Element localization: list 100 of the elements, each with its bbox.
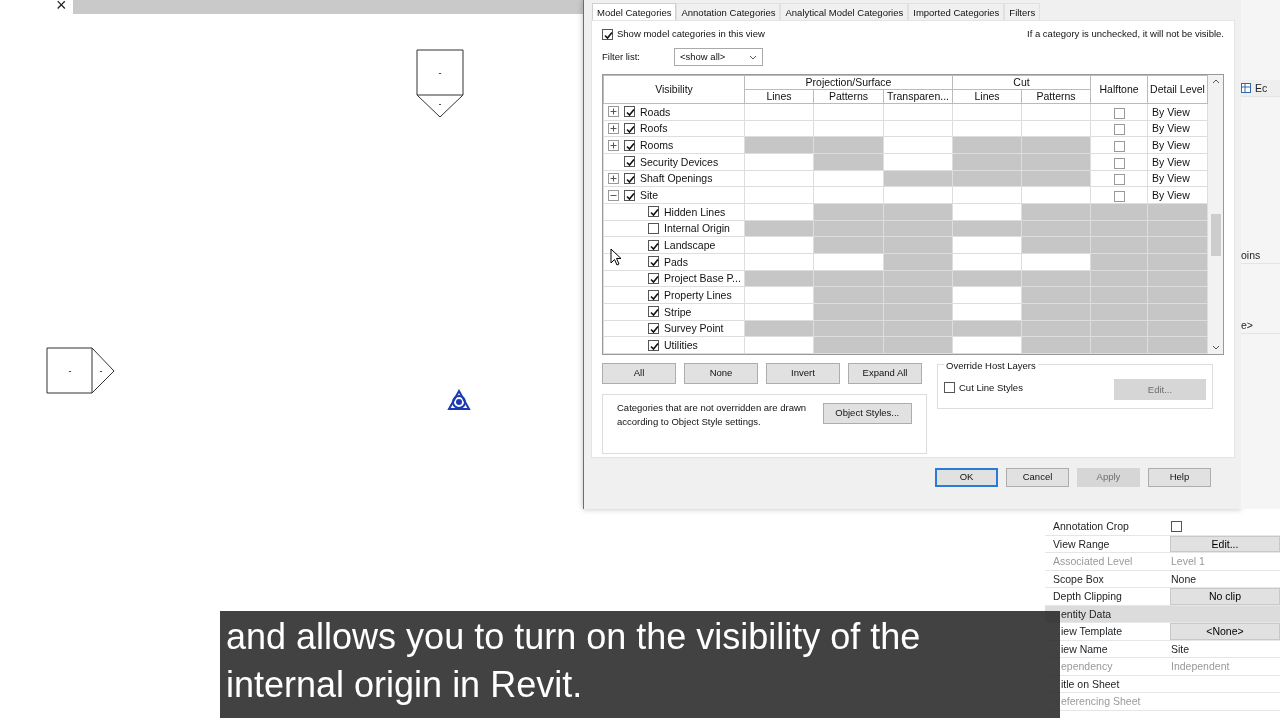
checkbox[interactable]: [648, 239, 659, 251]
checkbox[interactable]: [648, 206, 659, 218]
checkbox[interactable]: [624, 189, 635, 201]
column-header: Cut: [952, 75, 1091, 90]
checkbox[interactable]: [648, 256, 659, 268]
button[interactable]: Expand All: [848, 363, 922, 384]
scroll-up-icon[interactable]: [1211, 79, 1220, 84]
button[interactable]: Invert: [766, 363, 840, 384]
property-value: None: [1170, 571, 1198, 587]
collapse-icon[interactable]: [608, 189, 619, 201]
cursor-icon: [610, 248, 622, 267]
checkbox[interactable]: [648, 289, 659, 301]
button[interactable]: All: [602, 363, 676, 384]
close-button[interactable]: ×: [56, 0, 67, 15]
checkbox[interactable]: [648, 322, 659, 334]
property-value: Independent: [1170, 659, 1231, 674]
expand-icon[interactable]: [608, 106, 619, 118]
halftone-checkbox[interactable]: [1113, 190, 1125, 202]
property-label: ependency: [1060, 659, 1114, 674]
marker-label: -: [68, 366, 72, 376]
marker-label: -: [99, 366, 103, 376]
scroll-thumb[interactable]: [1210, 214, 1221, 256]
property-label: Depth Clipping: [1052, 589, 1123, 604]
marker-label: -: [438, 99, 442, 109]
property-value: Site: [1170, 641, 1191, 657]
table-cell: By View: [1147, 170, 1208, 187]
checkbox[interactable]: [648, 339, 659, 351]
button[interactable]: Help: [1148, 468, 1211, 487]
caption-line: internal origin in Revit.: [226, 663, 584, 707]
marker-label: -: [438, 68, 442, 78]
chevron-down-icon: [749, 54, 757, 60]
table-cell: By View: [1147, 120, 1208, 137]
column-header: Projection/Surface: [744, 75, 953, 90]
category-name[interactable]: Utilities: [664, 338, 698, 353]
property-label: itle on Sheet: [1060, 676, 1121, 692]
halftone-checkbox[interactable]: [1113, 124, 1125, 136]
column-header: Transparen...: [883, 89, 953, 104]
tab[interactable]: Imported Categories: [908, 3, 1005, 20]
column-header: Halftone: [1090, 75, 1148, 104]
checkbox[interactable]: [624, 156, 635, 168]
checkbox[interactable]: [602, 28, 613, 40]
button[interactable]: <None>: [1170, 623, 1280, 640]
button[interactable]: None: [684, 363, 758, 384]
tab[interactable]: Analytical Model Categories: [780, 3, 909, 20]
checkbox[interactable]: [648, 306, 659, 318]
category-name[interactable]: Stripe: [664, 304, 692, 319]
button[interactable]: Object Styles...: [822, 403, 912, 424]
checkbox-label: Cut Line Styles: [959, 380, 1023, 395]
edit-type-button[interactable]: Ec: [1241, 80, 1280, 97]
property-label: Scope Box: [1052, 571, 1105, 587]
checkbox[interactable]: [944, 382, 955, 394]
property-label: iew Template: [1060, 624, 1124, 639]
checkbox[interactable]: [624, 123, 635, 134]
checkbox[interactable]: [648, 222, 659, 234]
expand-icon[interactable]: [608, 123, 619, 134]
scrollbar[interactable]: [1208, 75, 1223, 354]
caption-line: and allows you to turn on the visibility of the: [226, 615, 922, 659]
origin-icon[interactable]: [447, 389, 471, 411]
halftone-checkbox[interactable]: [1113, 107, 1125, 119]
category-name[interactable]: Pads: [664, 254, 688, 269]
tab[interactable]: Annotation Categories: [676, 3, 781, 20]
column-header: Patterns: [1021, 89, 1091, 104]
checkbox[interactable]: [1171, 520, 1182, 532]
expand-icon[interactable]: [608, 172, 619, 184]
checkbox[interactable]: [648, 272, 659, 284]
category-name[interactable]: Roofs: [640, 121, 668, 136]
property-label: iew Name: [1060, 641, 1109, 657]
category-name[interactable]: Rooms: [640, 138, 674, 153]
info-text: Categories that are not overridden are drawn according to Object Style settings.: [617, 401, 808, 430]
property-value: oins: [1241, 247, 1280, 264]
column-header: Lines: [952, 89, 1022, 104]
property-label: Associated Level: [1052, 554, 1134, 569]
halftone-checkbox[interactable]: [1113, 157, 1125, 169]
property-label: View Range: [1052, 536, 1111, 552]
checkbox[interactable]: [624, 106, 635, 118]
checkbox[interactable]: [624, 172, 635, 184]
scroll-down-icon[interactable]: [1211, 345, 1220, 350]
tab[interactable]: Filters: [1004, 3, 1041, 20]
table-cell: By View: [1147, 153, 1208, 171]
property-label: Annotation Crop: [1052, 519, 1130, 534]
table-cell: By View: [1147, 186, 1208, 204]
halftone-checkbox[interactable]: [1113, 174, 1125, 186]
button[interactable]: Cancel: [1006, 468, 1069, 487]
button[interactable]: OK: [935, 468, 998, 487]
field-label: Filter list:: [602, 49, 640, 64]
checkbox-label: Show model categories in this view: [617, 26, 765, 41]
property-label: eferencing Sheet: [1060, 694, 1142, 709]
halftone-checkbox[interactable]: [1113, 140, 1125, 152]
button[interactable]: No clip: [1170, 588, 1280, 605]
category-name[interactable]: Roads: [640, 104, 671, 119]
property-value: e>: [1241, 317, 1280, 334]
column-header: Lines: [744, 89, 814, 104]
expand-icon[interactable]: [608, 139, 619, 151]
property-value: Level 1: [1170, 554, 1206, 569]
table-cell: By View: [1147, 103, 1208, 121]
tab[interactable]: Model Categories: [592, 3, 677, 20]
filter-dropdown[interactable]: <show all>: [674, 48, 763, 66]
category-name[interactable]: Site: [640, 188, 659, 203]
checkbox[interactable]: [624, 139, 635, 151]
column-header: Visibility: [603, 75, 745, 104]
